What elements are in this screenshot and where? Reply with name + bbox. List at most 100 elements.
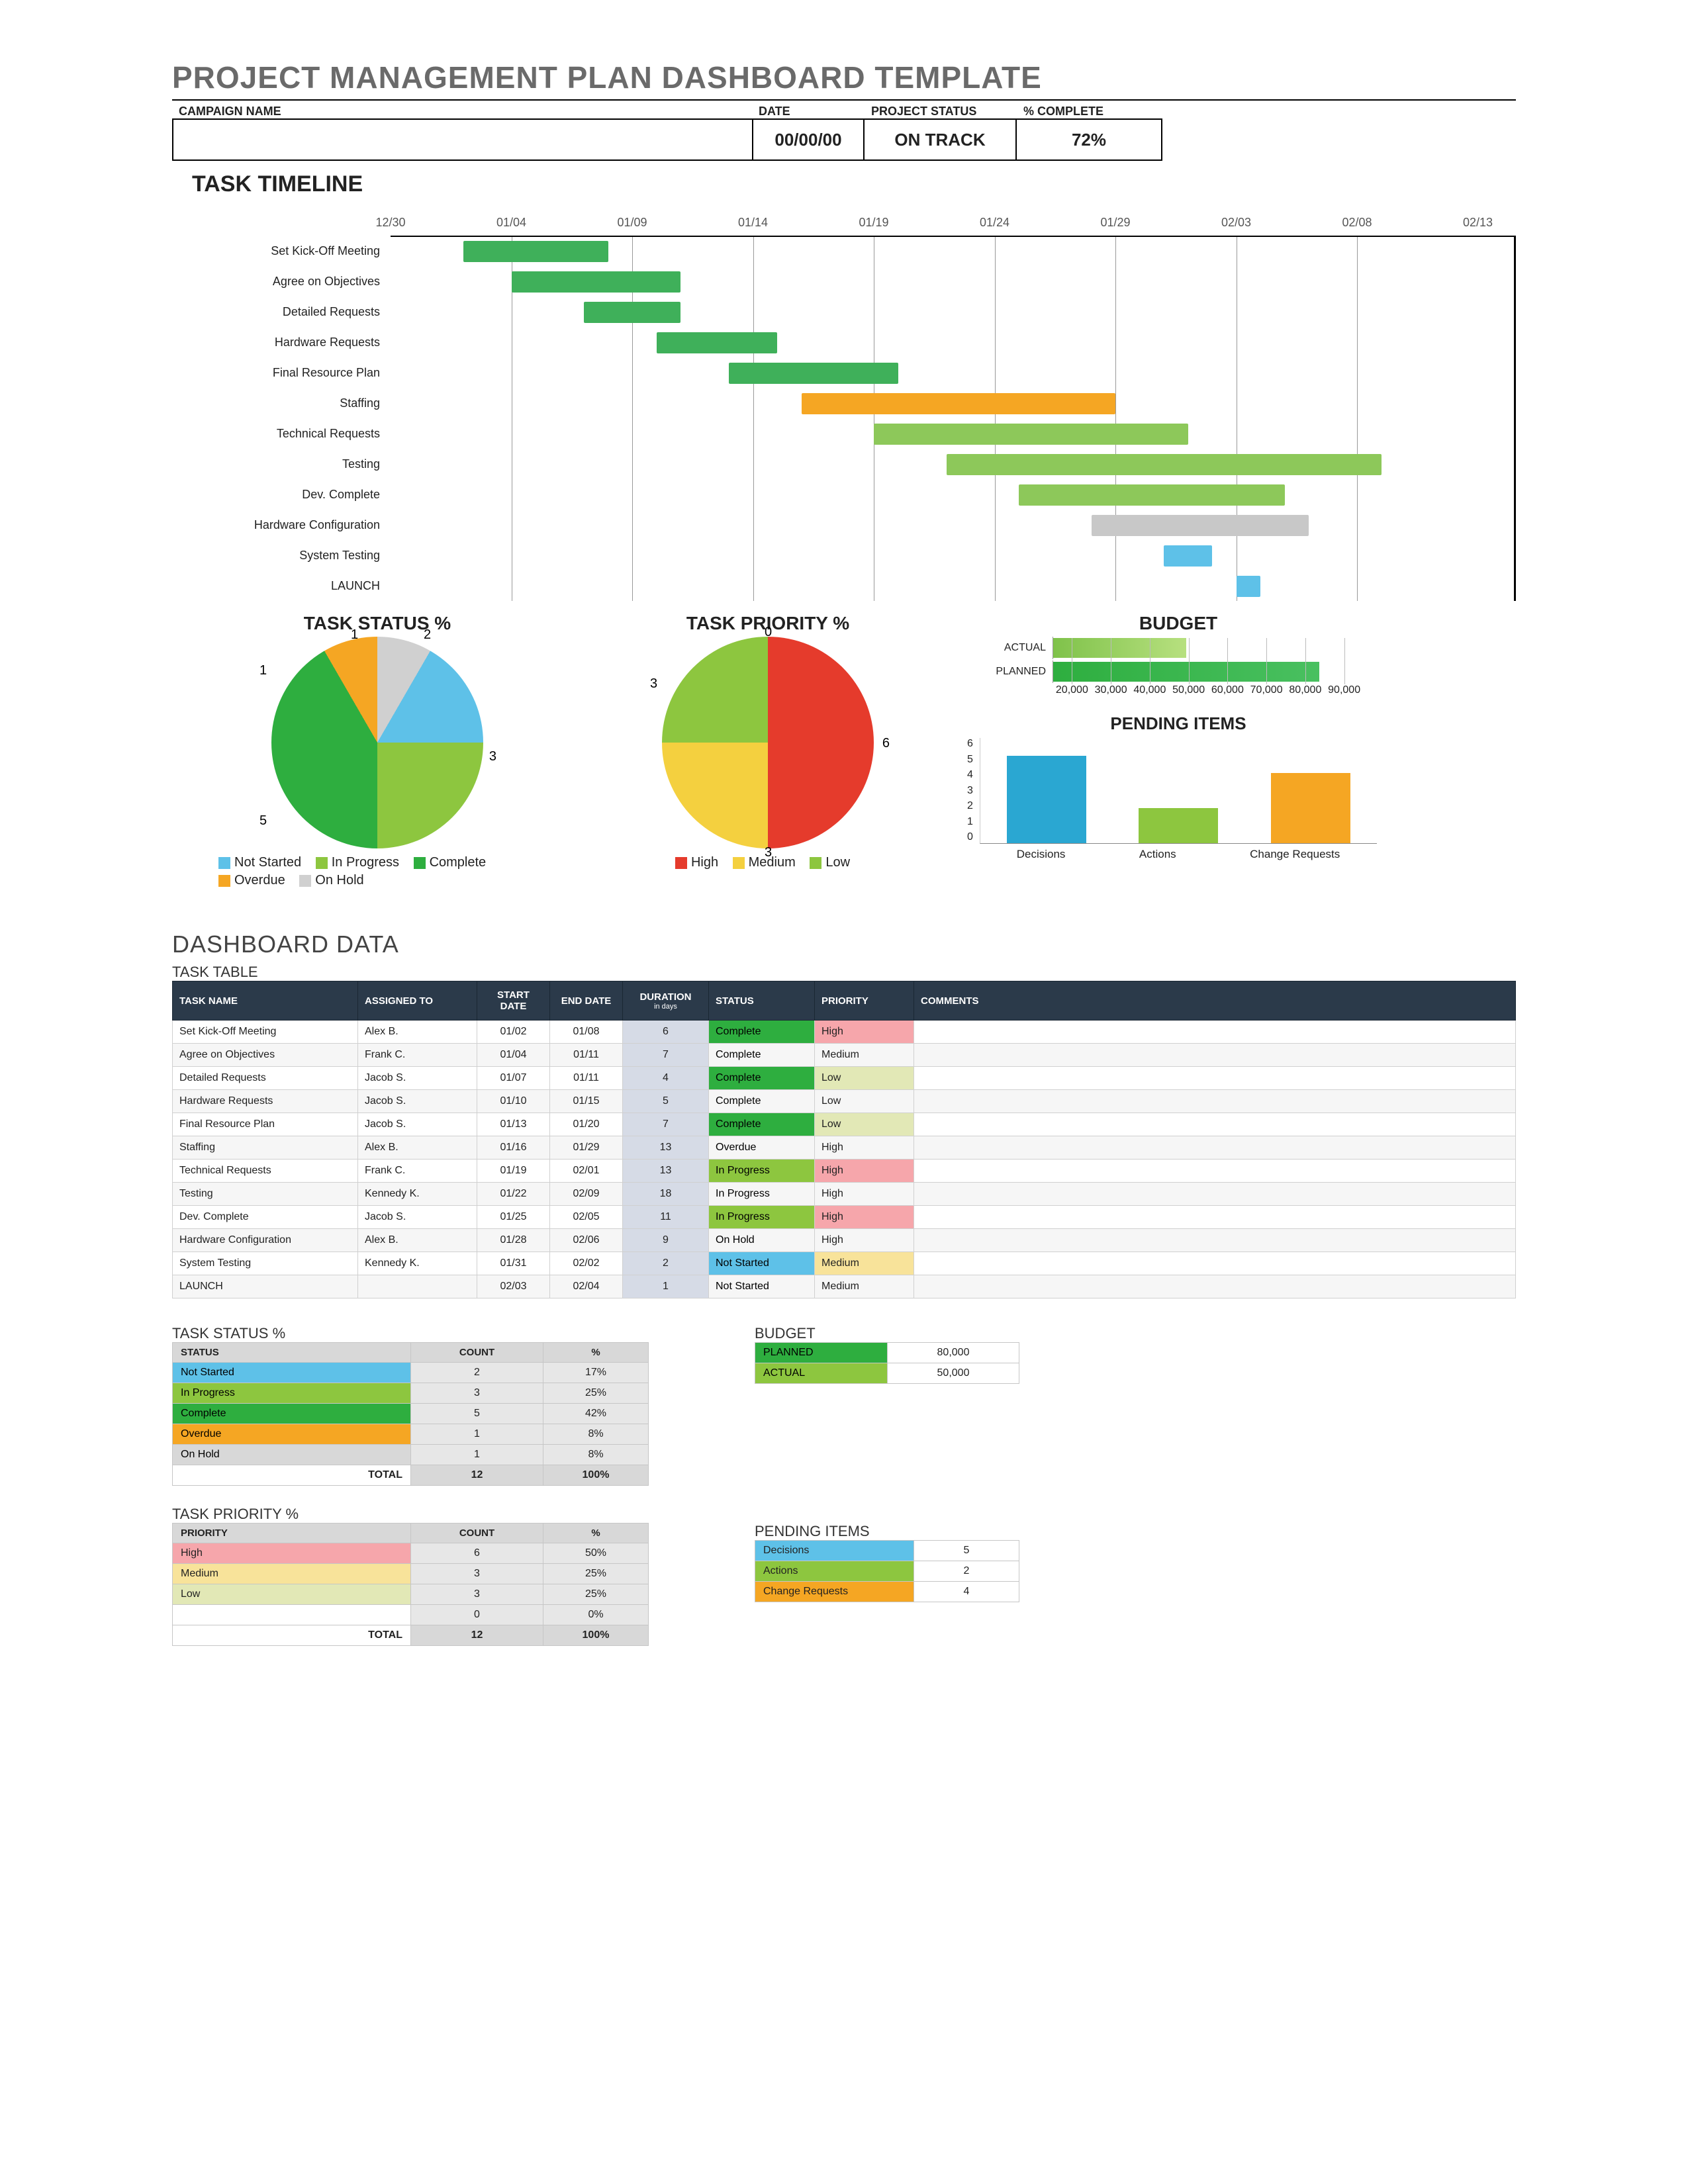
table-row: Dev. CompleteJacob S.01/2502/0511In Prog… <box>173 1206 1516 1229</box>
cell-comments[interactable] <box>914 1229 1516 1252</box>
gantt-date-label: 01/04 <box>496 216 526 230</box>
cell-name: Agree on Objectives <box>173 1044 358 1067</box>
status-value[interactable]: ON TRACK <box>865 118 1017 161</box>
cell-comments[interactable] <box>914 1275 1516 1298</box>
gantt-task-label: Hardware Requests <box>172 327 391 357</box>
cell-priority: Low <box>815 1113 914 1136</box>
gantt-task-label: Final Resource Plan <box>172 357 391 388</box>
status-label: In Progress <box>173 1383 411 1404</box>
cell-status: Not Started <box>709 1275 815 1298</box>
pending-label: Change Requests <box>755 1582 914 1602</box>
budget-chart: ACTUAL PLANNED 20,00030,00040,00050,0006… <box>993 637 1364 696</box>
pending-cat-actions: Actions <box>1139 848 1176 861</box>
cell-comments[interactable] <box>914 1206 1516 1229</box>
legend-medium: Medium <box>749 855 796 870</box>
cell-priority: Low <box>815 1067 914 1090</box>
pie-label: 6 <box>882 736 890 751</box>
cell-priority: High <box>815 1183 914 1206</box>
cell-comments[interactable] <box>914 1113 1516 1136</box>
status-count: 5 <box>411 1404 543 1424</box>
task-status-table: STATUS COUNT % Not Started217%In Progres… <box>172 1342 649 1486</box>
cell-start: 01/22 <box>477 1183 550 1206</box>
budget-tick: 50,000 <box>1169 684 1208 696</box>
complete-value: 72% <box>1017 118 1162 161</box>
cell-priority: High <box>815 1206 914 1229</box>
status-count: 3 <box>411 1383 543 1404</box>
campaign-value[interactable] <box>172 118 752 161</box>
total-count: 12 <box>411 1465 543 1486</box>
table-row: Agree on ObjectivesFrank C.01/0401/117Co… <box>173 1044 1516 1067</box>
cell-comments[interactable] <box>914 1183 1516 1206</box>
gantt-task-label: System Testing <box>172 540 391 570</box>
cell-assigned <box>358 1275 477 1298</box>
status-legend: Not Started In Progress Complete Overdue… <box>172 855 583 891</box>
budget-tick: 90,000 <box>1325 684 1364 696</box>
budget-planned-label: PLANNED <box>755 1343 888 1363</box>
pending-ytick: 1 <box>967 816 973 828</box>
budget-tick: 60,000 <box>1208 684 1247 696</box>
table-row: Set Kick-Off MeetingAlex B.01/0201/086Co… <box>173 1021 1516 1044</box>
page-title: PROJECT MANAGEMENT PLAN DASHBOARD TEMPLA… <box>172 60 1516 95</box>
pie-label: 2 <box>424 627 431 643</box>
th-status: STATUS <box>173 1343 411 1363</box>
cell-start: 01/02 <box>477 1021 550 1044</box>
priority-count: 3 <box>411 1584 543 1605</box>
pie-label: 5 <box>259 813 267 829</box>
cell-assigned: Alex B. <box>358 1021 477 1044</box>
cell-status: Complete <box>709 1090 815 1113</box>
pending-cat-decisions: Decisions <box>1017 848 1066 861</box>
gantt-date-label: 12/30 <box>375 216 405 230</box>
cell-duration: 7 <box>623 1113 709 1136</box>
budget-actual-value: 50,000 <box>888 1363 1019 1384</box>
cell-priority: High <box>815 1021 914 1044</box>
cell-start: 01/07 <box>477 1067 550 1090</box>
budget-tick: 70,000 <box>1247 684 1286 696</box>
cell-end: 01/29 <box>550 1136 623 1160</box>
cell-comments[interactable] <box>914 1067 1516 1090</box>
budget-planned-label: PLANNED <box>993 666 1053 678</box>
cell-comments[interactable] <box>914 1044 1516 1067</box>
cell-end: 01/11 <box>550 1044 623 1067</box>
pending-ytick: 2 <box>967 800 973 812</box>
dashboard-data-title: DASHBOARD DATA <box>172 931 1516 958</box>
cell-duration: 1 <box>623 1275 709 1298</box>
cell-status: Complete <box>709 1067 815 1090</box>
task-priority-pie <box>662 637 874 848</box>
complete-label: % COMPLETE <box>1017 101 1162 118</box>
gantt-date-label: 02/08 <box>1342 216 1372 230</box>
gantt-bar <box>729 363 898 384</box>
cell-assigned: Kennedy K. <box>358 1252 477 1275</box>
status-label: Complete <box>173 1404 411 1424</box>
cell-priority: Low <box>815 1090 914 1113</box>
cell-comments[interactable] <box>914 1136 1516 1160</box>
total-label: TOTAL <box>173 1465 411 1486</box>
cell-duration: 13 <box>623 1160 709 1183</box>
budget-tick: 40,000 <box>1131 684 1170 696</box>
cell-comments[interactable] <box>914 1160 1516 1183</box>
gantt-date-label: 02/03 <box>1221 216 1251 230</box>
date-value[interactable]: 00/00/00 <box>752 118 865 161</box>
gantt-date-label: 02/13 <box>1463 216 1493 230</box>
gantt-bar <box>1164 545 1212 567</box>
pending-value: 2 <box>914 1561 1019 1582</box>
cell-start: 01/31 <box>477 1252 550 1275</box>
th-name: TASK NAME <box>173 981 358 1021</box>
cell-comments[interactable] <box>914 1252 1516 1275</box>
priority-count: 0 <box>411 1605 543 1625</box>
pending-ytick: 6 <box>967 738 973 750</box>
cell-status: Overdue <box>709 1136 815 1160</box>
status-pct: 8% <box>543 1424 649 1445</box>
cell-end: 02/04 <box>550 1275 623 1298</box>
table-row: TestingKennedy K.01/2202/0918In Progress… <box>173 1183 1516 1206</box>
budget-table-title: BUDGET <box>755 1325 1019 1342</box>
cell-comments[interactable] <box>914 1090 1516 1113</box>
cell-comments[interactable] <box>914 1021 1516 1044</box>
status-pct: 42% <box>543 1404 649 1424</box>
th-assigned: ASSIGNED TO <box>358 981 477 1021</box>
cell-end: 02/09 <box>550 1183 623 1206</box>
cell-assigned: Frank C. <box>358 1044 477 1067</box>
pending-label: Actions <box>755 1561 914 1582</box>
gantt-bar <box>463 241 608 262</box>
cell-end: 02/05 <box>550 1206 623 1229</box>
cell-start: 01/28 <box>477 1229 550 1252</box>
